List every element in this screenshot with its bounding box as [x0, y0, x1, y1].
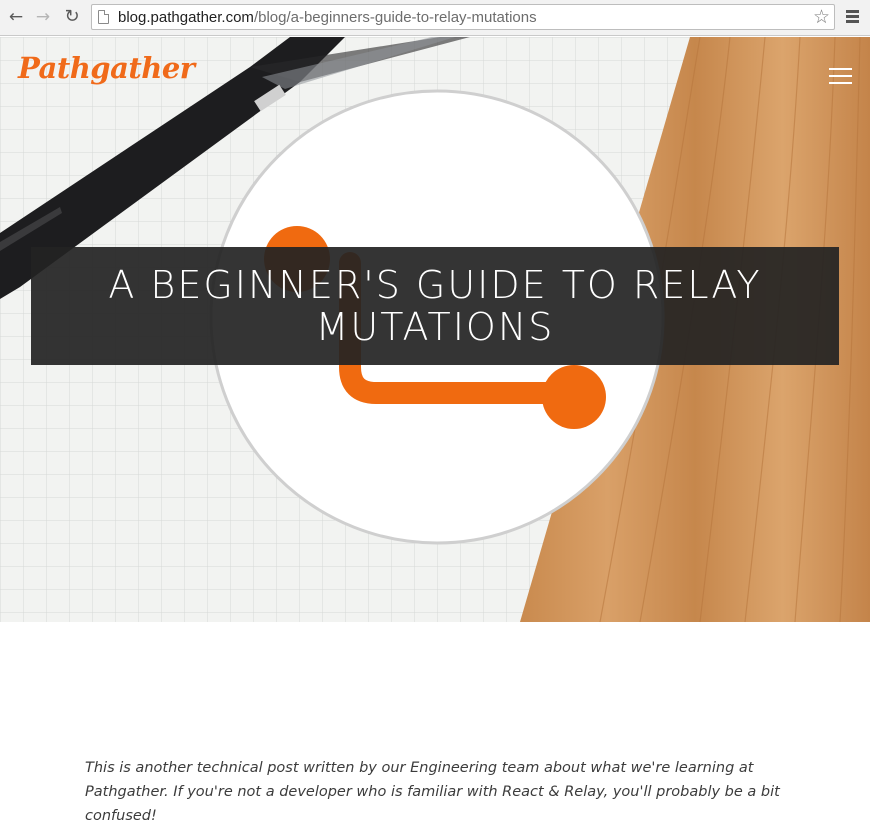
- browser-menu-icon[interactable]: [846, 10, 860, 24]
- browser-toolbar: ← → ↻ blog.pathgather.com/blog/a-beginne…: [0, 0, 870, 36]
- forward-arrow-icon[interactable]: →: [32, 6, 54, 28]
- reload-icon[interactable]: ↻: [61, 6, 83, 28]
- url-path: /blog/a-beginners-guide-to-relay-mutatio…: [253, 9, 537, 26]
- article-intro: This is another technical post written b…: [85, 760, 780, 824]
- post-title: A BEGINNER'S GUIDE TO RELAY MUTATIONS: [108, 263, 762, 349]
- hamburger-menu-icon[interactable]: [829, 68, 852, 84]
- hero-banner: Pathgather A BEGINNER'S GUIDE TO RELAY M…: [0, 37, 870, 622]
- article-next-line: [85, 822, 225, 831]
- page-icon: [98, 10, 109, 24]
- post-title-banner: A BEGINNER'S GUIDE TO RELAY MUTATIONS: [31, 247, 839, 365]
- address-bar[interactable]: blog.pathgather.com/blog/a-beginners-gui…: [91, 4, 835, 30]
- url-text[interactable]: blog.pathgather.com/blog/a-beginners-gui…: [118, 9, 537, 26]
- pathgather-logo[interactable]: Pathgather: [18, 51, 195, 85]
- url-host: blog.pathgather.com: [118, 9, 254, 26]
- back-arrow-icon[interactable]: ←: [5, 6, 27, 28]
- bookmark-star-icon[interactable]: ☆: [813, 6, 830, 28]
